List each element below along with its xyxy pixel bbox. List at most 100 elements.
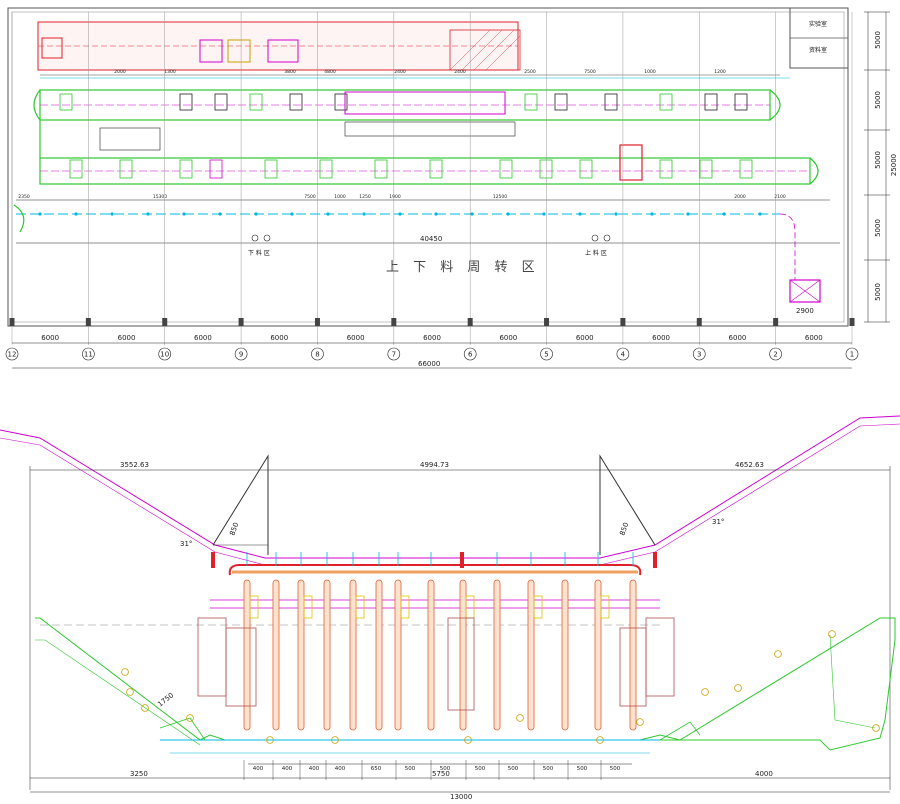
dim-4000: 4000 [755, 770, 773, 778]
bay-dimension: 6000 [423, 334, 441, 342]
cyan-marker [290, 212, 294, 216]
right-dimension: 5000 [874, 219, 882, 237]
central-machine-strip [344, 91, 506, 115]
clamp [533, 595, 543, 619]
section-dim-middle: 4994.73 [420, 461, 449, 469]
angle-left: 31° [180, 540, 192, 548]
bay-dimension: 6000 [499, 334, 517, 342]
row-dimension: 2000 [734, 194, 746, 200]
line-machine [59, 93, 73, 111]
cyan-marker [542, 212, 546, 216]
row-dimension: 2350 [18, 194, 30, 200]
line-machine [659, 93, 673, 111]
right-dimension: 5000 [874, 283, 882, 301]
right-tank-outer [645, 617, 675, 697]
clamp [465, 595, 475, 619]
section-total: 13000 [450, 793, 472, 800]
roller-marker [636, 718, 644, 726]
clamp [249, 595, 259, 619]
bottom-dimension: 500 [577, 766, 588, 772]
top-dimension: 1300 [164, 69, 176, 75]
cyan-marker [362, 212, 366, 216]
left-tank-inner [225, 627, 257, 707]
hanging-rod [527, 579, 535, 731]
top-dimension: 3800 [284, 69, 296, 75]
grid-number: 2 [773, 351, 777, 359]
top-dimension: 2500 [524, 69, 536, 75]
cyan-marker [650, 212, 654, 216]
bay-dimension: 6000 [41, 334, 59, 342]
top-dimension: 7500 [584, 69, 596, 75]
line-machine [319, 159, 333, 179]
clamp [600, 595, 610, 619]
load-area-label: 上 料 区 [585, 249, 607, 257]
right-support-truss [599, 454, 656, 555]
grid-number: 9 [239, 351, 243, 359]
line-machine [699, 159, 713, 179]
cyan-marker [218, 212, 222, 216]
cyan-marker [722, 212, 726, 216]
clamp [355, 595, 365, 619]
hanging-rod [394, 579, 402, 731]
line-machine [539, 159, 553, 179]
fixture-marker [263, 234, 271, 242]
cyan-marker [434, 212, 438, 216]
roller-marker [121, 668, 129, 676]
cad-drawing: 实验室 资料室 40450 下 料 区 上 料 区 上 下 料 周 转 区 29… [0, 7, 900, 801]
floor-plan: 实验室 资料室 40450 下 料 区 上 料 区 上 下 料 周 转 区 29… [5, 7, 898, 369]
grid-number: 6 [468, 351, 473, 359]
line-machine [604, 93, 618, 111]
top-dimension: 2000 [114, 69, 126, 75]
line-machine [179, 159, 193, 179]
room-material-label: 资料室 [809, 46, 827, 54]
line-machine [214, 93, 228, 111]
row-dimension: 12500 [493, 194, 507, 200]
right-total-dimension: 25000 [890, 154, 898, 176]
row-dimension: 15300 [153, 194, 167, 200]
bottom-dimension: 500 [508, 766, 519, 772]
hanging-rods [211, 552, 657, 731]
lower-line-machines [69, 159, 753, 179]
cyan-marker [758, 212, 762, 216]
left-tank [197, 617, 227, 697]
roller-marker [828, 630, 836, 638]
cyan-marker [182, 212, 186, 216]
clamp [400, 595, 410, 619]
roller-marker [734, 684, 742, 692]
top-dimension: 2400 [394, 69, 406, 75]
red-machine [619, 144, 643, 181]
line-machine [524, 93, 538, 111]
hanging-rod [349, 579, 357, 731]
hanging-rod [272, 579, 280, 731]
line-machine [179, 93, 193, 111]
grid-number: 7 [392, 351, 396, 359]
roller-marker [701, 688, 709, 696]
hanging-rod [459, 579, 467, 731]
hanging-rod [427, 579, 435, 731]
line-machine [264, 159, 278, 179]
grid-number: 10 [160, 351, 169, 359]
bottom-dimension: 500 [610, 766, 621, 772]
grid-number: 1 [850, 351, 854, 359]
dim-5750: 5750 [432, 770, 450, 778]
line-machine [119, 159, 133, 179]
row-dimension: 1250 [359, 194, 371, 200]
cyan-marker [254, 212, 258, 216]
bottom-dimension: 650 [371, 766, 382, 772]
cyan-marker [38, 212, 42, 216]
row-dimension: 1900 [389, 194, 401, 200]
red-hanger [460, 552, 464, 568]
line-machine [579, 159, 593, 179]
bay-dimension: 6000 [576, 334, 594, 342]
grid-number: 3 [697, 351, 701, 359]
cyan-marker [146, 212, 150, 216]
hanging-rod [297, 579, 305, 731]
hanging-rod [375, 579, 383, 731]
section-dim-right: 4652.63 [735, 461, 764, 469]
right-dimension: 5000 [874, 151, 882, 169]
small-left-dim: 850 [228, 521, 240, 536]
line-machine [734, 93, 748, 111]
left-support-truss [212, 454, 269, 555]
hanging-rod [323, 579, 331, 731]
bay-dimension: 6000 [270, 334, 288, 342]
